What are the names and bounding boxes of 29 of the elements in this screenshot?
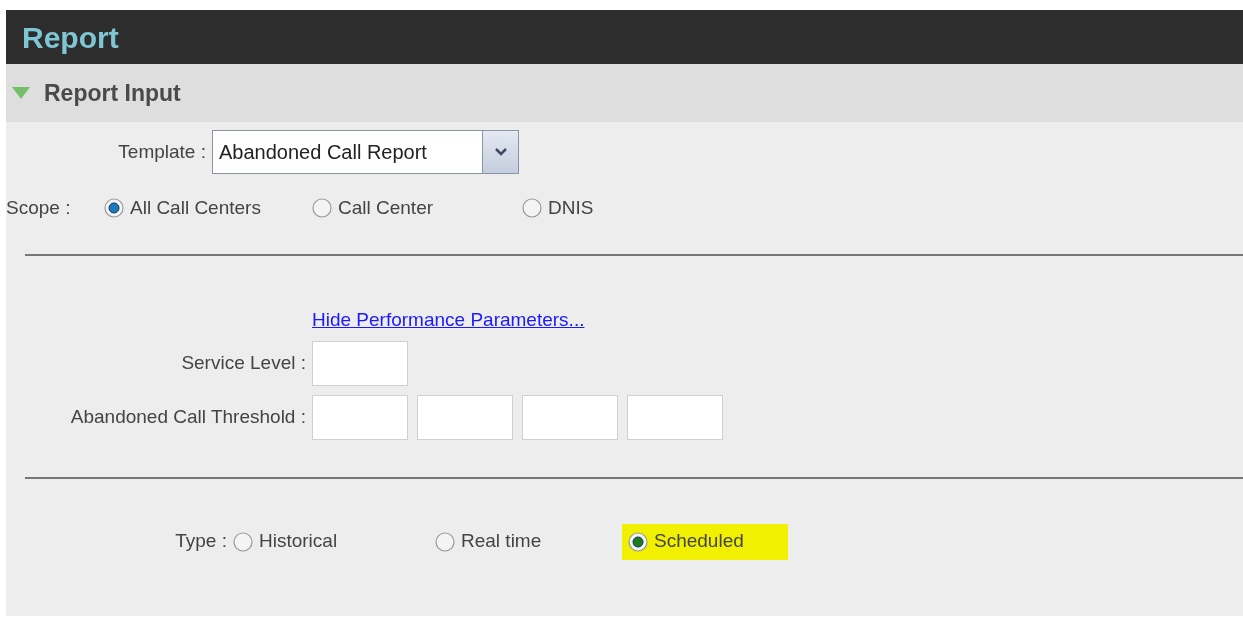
threshold-input[interactable] [417,394,513,440]
threshold-input[interactable] [627,394,723,440]
radio-button[interactable] [104,198,124,218]
radio-label: All Call Centers [130,195,261,220]
radio-label: Real time [461,529,542,554]
hide-parameters-link[interactable]: Hide Performance Parameters... [312,309,585,330]
threshold-input[interactable] [522,394,618,440]
radio-button[interactable] [312,198,332,218]
section-header[interactable]: Report Input [6,64,1243,122]
dropdown-value: Abandoned Call Report [218,140,428,165]
radio-label: Historical [259,529,338,554]
page-title: Report [22,19,119,56]
field-label: Type : [174,529,228,554]
radio-label: Call Center [338,195,434,220]
field-label: Abandoned Call Threshold : [69,404,307,429]
service-level-input[interactable] [312,340,408,386]
radio-button[interactable] [233,531,253,552]
radio-label: Scheduled [654,529,744,554]
section-title: Report Input [44,78,181,108]
radio-label: DNIS [548,195,594,220]
threshold-input[interactable] [312,394,408,440]
field-label: Template : [117,139,207,164]
radio-button[interactable] [435,531,455,552]
template-dropdown[interactable]: Abandoned Call Report [212,130,519,174]
field-label: Scope : [6,195,72,220]
radio-button[interactable] [522,198,542,218]
radio-button[interactable] [628,531,648,552]
dropdown-caret-icon[interactable] [482,131,518,173]
field-label: Service Level : [180,350,307,375]
